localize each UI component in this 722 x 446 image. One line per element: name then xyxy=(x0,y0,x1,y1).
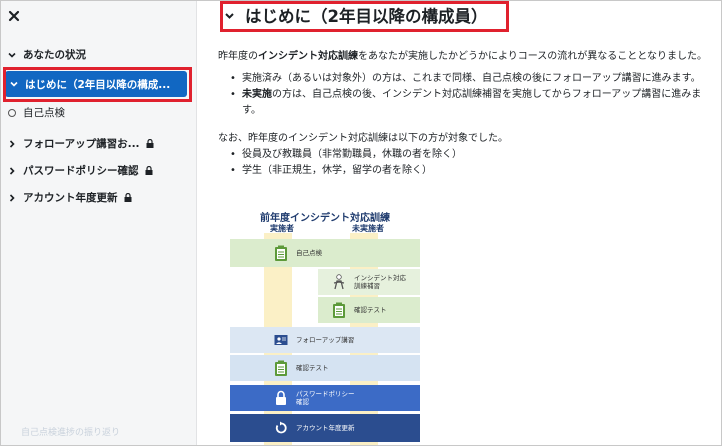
sidebar-item-label: 自己点検 xyxy=(23,107,65,119)
intro-prefix: 昨年度の xyxy=(218,51,258,62)
sidebar-item-followup[interactable]: フォローアップ講習お... xyxy=(1,130,197,157)
step-account: アカウント年度更新 xyxy=(230,414,420,442)
section-summary: 昨年度のインシデント対応訓練をあなたが実施したかどうかによりコースの流れが異なる… xyxy=(218,49,716,191)
lock-icon xyxy=(145,166,152,175)
sidebar-item-label: あなたの状況 xyxy=(23,49,86,61)
step-self-check: 自己点検 xyxy=(230,239,420,267)
step-label: パスワードポリシー 確認 xyxy=(296,390,355,406)
chevron-right-icon xyxy=(9,166,15,175)
sidebar-item-label: パスワードポリシー確認 xyxy=(23,165,139,177)
step-label: フォローアップ講習 xyxy=(296,336,355,344)
close-icon[interactable] xyxy=(7,9,21,23)
padlock-icon xyxy=(276,390,286,405)
step-label: 確認テスト xyxy=(354,306,387,314)
step-confirm-test-1: 確認テスト xyxy=(318,297,420,323)
chevron-right-icon xyxy=(9,139,15,148)
highlight-box-sidebar xyxy=(3,67,192,102)
course-flow-diagram: 前年度インシデント対応訓練 実施者 未実施者 自己点検 インシデント対応 訓練補… xyxy=(230,209,420,445)
person-icon xyxy=(333,274,345,290)
step-confirm-test-2: 確認テスト xyxy=(230,355,420,381)
list-item: 未実施の方は、自己点検の後、インシデント対応訓練補習を実施してからフォローアップ… xyxy=(218,87,716,119)
sidebar-item-password[interactable]: パスワードポリシー確認 xyxy=(1,157,197,184)
refresh-icon xyxy=(275,421,287,434)
bullet-bold: 未実施 xyxy=(242,89,272,100)
sidebar-item-label: アカウント年度更新 xyxy=(23,192,118,204)
sidebar-item-self-check[interactable]: 自己点検 xyxy=(1,99,197,126)
presentation-icon xyxy=(274,335,288,345)
step-label: 確認テスト xyxy=(296,364,329,372)
diagram-title: 前年度インシデント対応訓練 xyxy=(260,213,390,224)
sidebar-item-label: フォローアップ講習お... xyxy=(23,138,140,150)
chevron-down-icon xyxy=(8,52,16,58)
sidebar-item-account[interactable]: アカウント年度更新 xyxy=(1,184,197,211)
sidebar-item-status[interactable]: あなたの状況 xyxy=(1,41,197,68)
step-label: アカウント年度更新 xyxy=(296,424,355,432)
clipboard-icon xyxy=(333,302,345,318)
intro-suffix: をあなたが実施したかどうかによりコースの流れが異なることとなりました。 xyxy=(358,51,707,62)
chevron-right-icon xyxy=(9,193,15,202)
list-item: 学生（非正規生，休学，留学の者を除く） xyxy=(218,163,716,179)
bullet-rest: の方は、自己点検の後、インシデント対応訓練補習を実施してからフォローアップ講習に… xyxy=(242,89,702,116)
main-content: はじめに（2年目以降の構成員） 昨年度のインシデント対応訓練をあなたが実施したか… xyxy=(198,1,720,445)
step-followup: フォローアップ講習 xyxy=(230,327,420,353)
flow-list: 実施済み（あるいは対象外）の方は、これまで同様、自己点検の後にフォローアップ講習… xyxy=(218,71,716,119)
course-index-nav: あなたの状況 はじめに（2年目以降の構成... 自己点検 フォローアップ講習お.… xyxy=(1,39,197,211)
lock-icon xyxy=(124,193,131,202)
course-index-sidebar: あなたの状況 はじめに（2年目以降の構成... 自己点検 フォローアップ講習お.… xyxy=(1,1,197,445)
lock-icon xyxy=(146,139,154,148)
step-incident-makeup: インシデント対応 訓練補習 xyxy=(318,269,420,295)
step-label: インシデント対応 訓練補習 xyxy=(354,274,406,290)
clipboard-icon xyxy=(275,360,287,376)
target-list: 役員及び教職員（非常勤職員，休職の者を除く） 学生（非正規生，休学，留学の者を除… xyxy=(218,147,716,179)
step-label: 自己点検 xyxy=(296,249,322,257)
highlight-box-title xyxy=(220,1,509,32)
clipboard-icon xyxy=(275,245,287,261)
incomplete-circle-icon xyxy=(8,108,16,117)
list-item: 役員及び教職員（非常勤職員，休職の者を除く） xyxy=(218,147,716,163)
list-item: 実施済み（あるいは対象外）の方は、これまで同様、自己点検の後にフォローアップ講習… xyxy=(218,71,716,87)
step-password: パスワードポリシー 確認 xyxy=(230,385,420,411)
intro-bold: インシデント対応訓練 xyxy=(258,51,358,62)
note-text: なお、昨年度のインシデント対応訓練は以下の方が対象でした。 xyxy=(218,133,508,144)
intro-text: 昨年度のインシデント対応訓練をあなたが実施したかどうかによりコースの流れが異なる… xyxy=(218,49,716,65)
sidebar-footer-link[interactable]: 自己点検進捗の振り返り xyxy=(21,425,120,438)
